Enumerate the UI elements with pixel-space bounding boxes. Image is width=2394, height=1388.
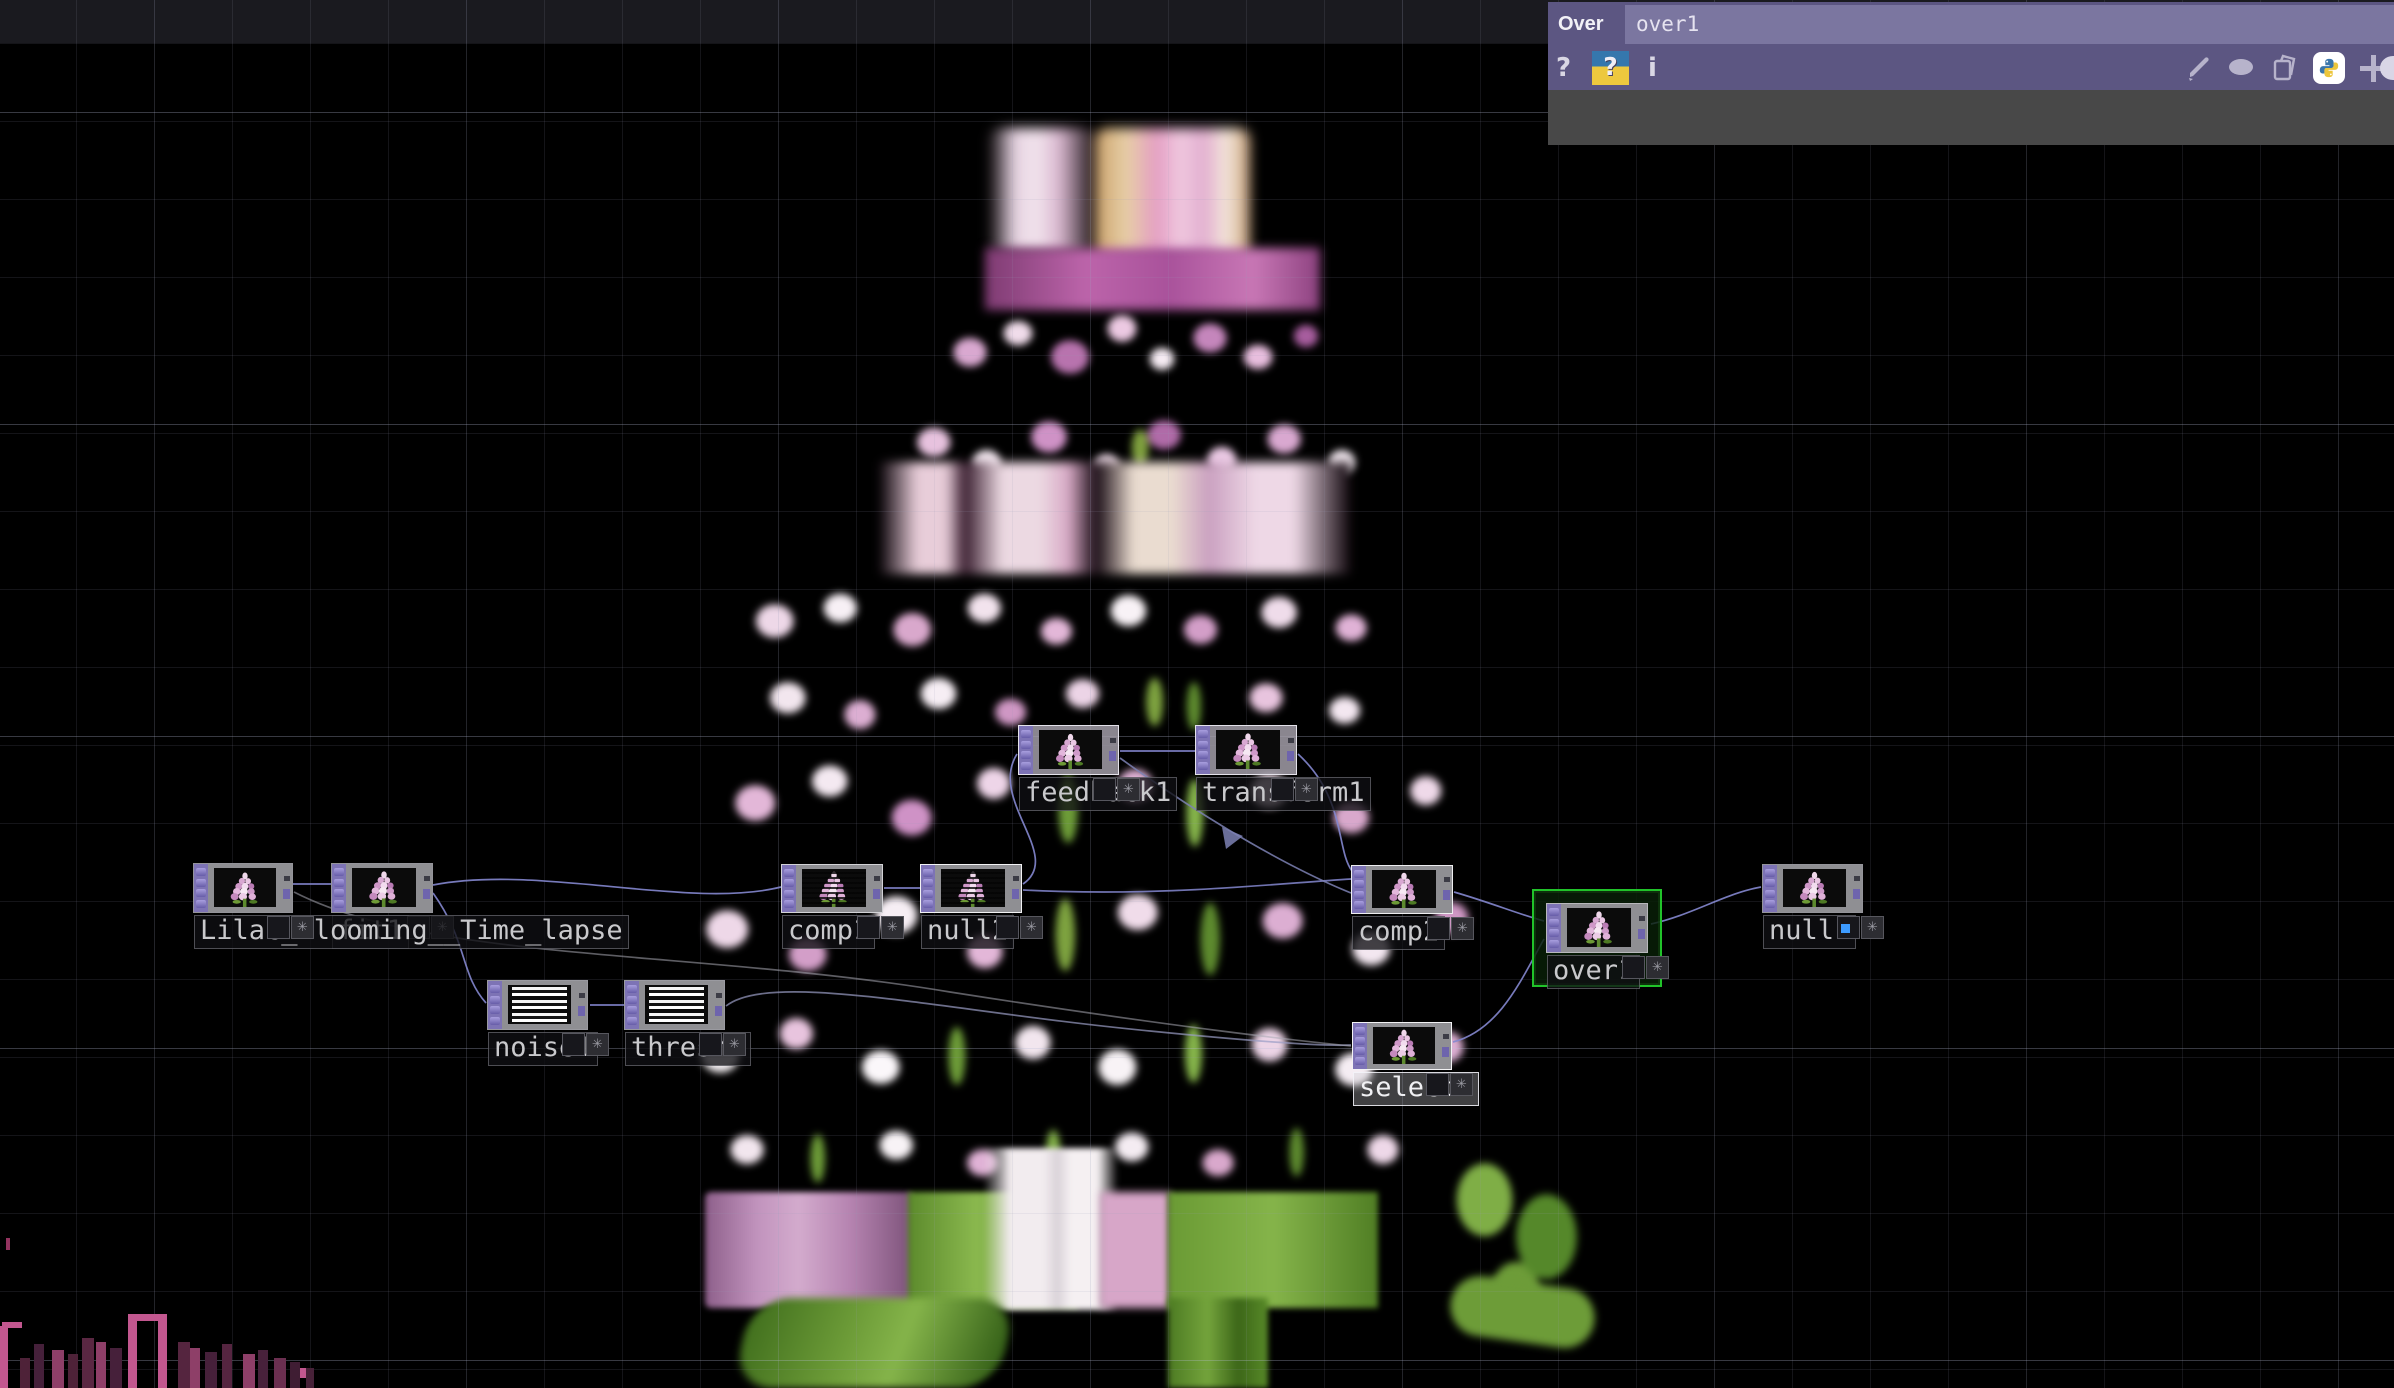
node-lilac[interactable] [193, 863, 293, 913]
node-flag-badge[interactable] [562, 1033, 585, 1056]
node-preview-thumbnail [508, 985, 571, 1024]
node-feedback1[interactable] [1018, 725, 1119, 775]
copy-parameters-icon[interactable] [2270, 53, 2300, 83]
node-star-badge[interactable]: ✳ [1020, 916, 1043, 939]
node-preview-thumbnail [645, 985, 708, 1024]
node-star-badge[interactable]: ✳ [1861, 916, 1884, 939]
node-flag-strip[interactable] [1196, 726, 1210, 774]
node-select1[interactable] [1352, 1022, 1452, 1070]
node-flag-badge[interactable] [1093, 778, 1116, 801]
wire-direction-arrow [1222, 827, 1243, 849]
node-flag-badge[interactable] [1622, 956, 1645, 979]
node-comp1[interactable] [781, 864, 883, 913]
network-editor[interactable]: fit1✳Lilac_blooming__Time_lapse✳comp1✳nu… [0, 0, 2394, 1388]
node-preview-thumbnail [352, 868, 416, 907]
parameter-dialog: Over over1 ? ? i [1548, 2, 2394, 145]
wire-null2-to-comp2[interactable] [1023, 879, 1351, 892]
node-flag-badge[interactable] [1271, 778, 1294, 801]
node-star-badge[interactable]: ✳ [586, 1033, 609, 1056]
wire-over1-to-null1[interactable] [1651, 887, 1761, 924]
node-fit1[interactable] [331, 863, 433, 913]
node-flag-strip[interactable] [332, 864, 346, 912]
node-transform1[interactable] [1195, 725, 1297, 775]
node-flag-strip[interactable] [194, 864, 208, 912]
display-flag-dot [1841, 924, 1850, 933]
node-star-badge[interactable]: ✳ [1295, 778, 1318, 801]
node-star-badge[interactable]: ✳ [1450, 1073, 1473, 1096]
node-output-connector[interactable] [576, 981, 587, 1029]
node-flag-badge[interactable] [1426, 1073, 1449, 1096]
help-icon[interactable]: ? [1556, 52, 1571, 84]
node-output-connector[interactable] [713, 981, 724, 1029]
node-star-badge[interactable]: ✳ [1117, 778, 1140, 801]
node-flag-badge[interactable] [857, 916, 880, 939]
wire-thresh1-to-select1[interactable] [726, 992, 1351, 1045]
node-preview-thumbnail [1216, 730, 1280, 769]
node-star-badge[interactable]: ✳ [291, 916, 314, 939]
node-preview-thumbnail [1372, 870, 1436, 908]
node-wires [0, 0, 2394, 1388]
operator-name-field[interactable]: over1 [1625, 5, 2394, 44]
node-preview-thumbnail [1783, 869, 1846, 907]
node-output-connector[interactable] [281, 864, 292, 912]
edit-pencil-icon[interactable] [2184, 53, 2214, 83]
node-null2[interactable] [920, 864, 1022, 913]
node-star-badge[interactable]: ✳ [723, 1033, 746, 1056]
node-preview-thumbnail [941, 869, 1005, 907]
node-output-connector[interactable] [1010, 865, 1021, 912]
parameter-dialog-header: Over over1 ? ? i [1548, 2, 2394, 90]
wire-select1-to-over1[interactable] [1453, 939, 1544, 1042]
node-over1[interactable] [1546, 903, 1648, 953]
parameter-panel-body [1548, 90, 2394, 145]
python-help-icon[interactable]: ? [1592, 51, 1629, 85]
node-star-badge[interactable]: ✳ [1451, 917, 1474, 940]
node-noise1[interactable] [487, 980, 588, 1030]
python-expressions-icon[interactable] [2313, 52, 2345, 84]
node-flag-badge[interactable] [267, 916, 290, 939]
node-flag-strip[interactable] [625, 981, 639, 1029]
node-flag-strip[interactable] [1352, 866, 1366, 913]
node-flag-badge[interactable] [1837, 916, 1860, 939]
node-label-lilac[interactable]: Lilac_blooming__Time_lapse [194, 915, 629, 949]
node-output-connector[interactable] [1440, 1023, 1451, 1069]
node-preview-thumbnail [1373, 1027, 1435, 1064]
node-flag-badge[interactable] [996, 916, 1019, 939]
node-flag-strip[interactable] [782, 865, 796, 912]
operator-type-label: Over [1558, 13, 1604, 36]
node-flag-strip[interactable] [921, 865, 935, 912]
node-output-connector[interactable] [1107, 726, 1118, 774]
node-preview-thumbnail [214, 868, 276, 907]
parameter-dialog-toolbar: ? ? i [1548, 46, 2394, 90]
node-star-badge[interactable]: ✳ [1646, 956, 1669, 979]
node-flag-badge[interactable] [699, 1033, 722, 1056]
node-output-connector[interactable] [1636, 904, 1647, 952]
node-flag-badge[interactable] [1427, 917, 1450, 940]
node-output-connector[interactable] [1285, 726, 1296, 774]
node-flag-strip[interactable] [1763, 865, 1777, 912]
node-output-connector[interactable] [871, 865, 882, 912]
node-thresh1[interactable] [624, 980, 725, 1030]
node-preview-thumbnail [1039, 730, 1102, 769]
wire-transform1-to-comp2[interactable] [1298, 754, 1352, 871]
node-flag-strip[interactable] [488, 981, 502, 1029]
node-comp2[interactable] [1351, 865, 1453, 914]
node-preview-thumbnail [1567, 908, 1631, 947]
node-star-badge[interactable]: ✳ [881, 916, 904, 939]
node-preview-thumbnail [802, 869, 866, 907]
node-flag-strip[interactable] [1019, 726, 1033, 774]
node-output-connector[interactable] [421, 864, 432, 912]
node-output-connector[interactable] [1851, 865, 1862, 912]
node-flag-strip[interactable] [1547, 904, 1561, 952]
node-null1[interactable] [1762, 864, 1863, 913]
node-flag-strip[interactable] [1353, 1023, 1367, 1069]
comment-bubble-icon[interactable] [2227, 53, 2257, 83]
info-icon[interactable]: i [1648, 52, 1657, 84]
node-output-connector[interactable] [1441, 866, 1452, 913]
wire-fit1-to-comp1[interactable] [433, 879, 781, 893]
